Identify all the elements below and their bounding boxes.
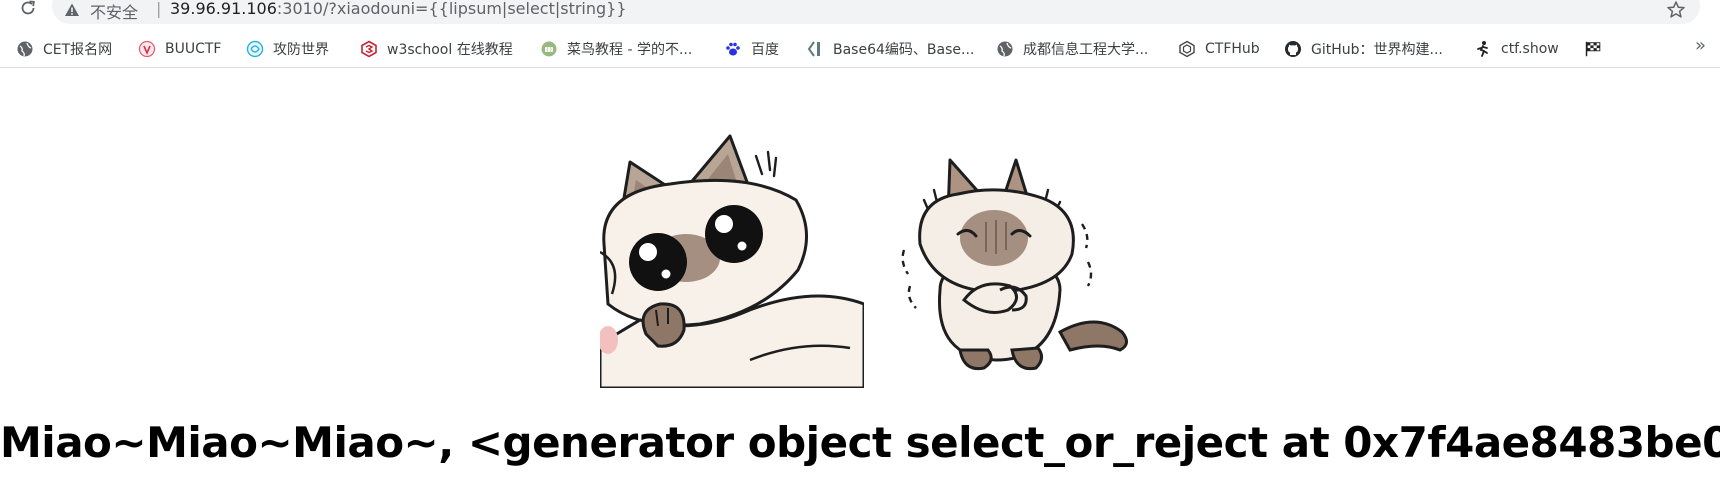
- security-label[interactable]: 不安全: [90, 0, 138, 23]
- bookmark-label: CTFHub: [1205, 41, 1260, 57]
- globe-icon: [16, 40, 34, 58]
- warning-triangle-icon[interactable]: [64, 2, 80, 18]
- bookmark-ctfshow[interactable]: ctf.show: [1474, 37, 1559, 61]
- bookmark-label: Base64编码、Base...: [833, 42, 975, 58]
- bookmark-flag[interactable]: [1584, 37, 1611, 61]
- globe-icon: [996, 40, 1014, 58]
- svg-text:{ }: { }: [546, 47, 553, 52]
- url-host: 39.96.91.106: [170, 0, 277, 18]
- ctfshow-logo-icon: [1474, 40, 1492, 58]
- bookmark-cuit[interactable]: 成都信息工程大学...: [996, 37, 1148, 61]
- baidu-paw-icon: [724, 40, 742, 58]
- bookmark-label: 成都信息工程大学...: [1023, 42, 1149, 58]
- bookmark-cet[interactable]: CET报名网: [16, 37, 112, 61]
- buuctf-logo-icon: [138, 40, 156, 58]
- bookmark-label: 百度: [751, 42, 779, 58]
- bookmark-star-icon[interactable]: [1666, 0, 1686, 20]
- runoob-logo-icon: { }: [540, 40, 558, 58]
- browser-toolbar: 不安全 | 39.96.91.106:3010/?xiaodouni={{lip…: [0, 0, 1720, 24]
- bookmark-runoob[interactable]: { } 菜鸟教程 - 学的不...: [540, 37, 692, 61]
- github-icon: [1284, 40, 1302, 58]
- bookmark-baidu[interactable]: 百度: [724, 37, 779, 61]
- security-separator: |: [156, 0, 162, 18]
- bookmark-label: GitHub：世界构建...: [1311, 42, 1443, 58]
- bookmark-label: 攻防世界: [273, 42, 329, 58]
- bookmarks-overflow-button[interactable]: »: [1695, 35, 1706, 56]
- base64-logo-icon: [806, 40, 824, 58]
- reload-icon[interactable]: [16, 0, 40, 20]
- bookmark-label: ctf.show: [1501, 41, 1559, 57]
- w3school-logo-icon: [360, 40, 378, 58]
- bookmark-label: BUUCTF: [165, 41, 222, 57]
- bookmark-ctfhub[interactable]: CTFHub: [1178, 37, 1260, 61]
- ctfhub-logo-icon: [1178, 40, 1196, 58]
- adworld-logo-icon: [246, 40, 264, 58]
- ssti-output-message: Miao~Miao~Miao~, <generator object selec…: [0, 418, 1720, 467]
- siamese-cat-shivering-image: [900, 150, 1132, 376]
- checkered-flag-icon: [1584, 40, 1602, 58]
- bookmark-base64[interactable]: Base64编码、Base...: [806, 37, 974, 61]
- bookmark-label: 菜鸟教程 - 学的不...: [567, 42, 693, 58]
- url-path: :3010/?xiaodouni={{lipsum|select|string}…: [276, 0, 627, 18]
- siamese-cat-pleading-image: [600, 134, 864, 388]
- address-bar[interactable]: 不安全 | 39.96.91.106:3010/?xiaodouni={{lip…: [52, 0, 1700, 24]
- bookmark-buuctf[interactable]: BUUCTF: [138, 37, 221, 61]
- bookmark-adworld[interactable]: 攻防世界: [246, 37, 329, 61]
- bookmark-w3school[interactable]: w3school 在线教程: [360, 37, 513, 61]
- bookmark-label: CET报名网: [43, 42, 113, 58]
- bookmark-label: w3school 在线教程: [387, 42, 513, 58]
- url-text[interactable]: 39.96.91.106:3010/?xiaodouni={{lipsum|se…: [170, 0, 627, 18]
- bookmarks-bar: CET报名网 BUUCTF 攻防世界 w3school 在线教程 { } 菜鸟教…: [0, 30, 1720, 68]
- bookmark-github[interactable]: GitHub：世界构建...: [1284, 37, 1443, 61]
